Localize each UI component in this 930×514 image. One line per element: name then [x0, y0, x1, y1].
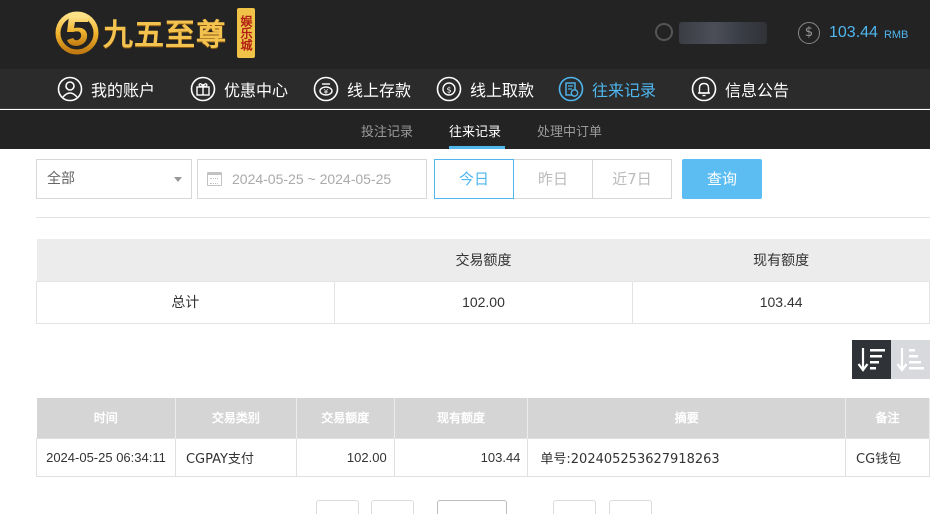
nav-deposit-label: 线上存款 — [347, 81, 412, 100]
chevron-down-icon — [174, 177, 182, 182]
sub-nav: 投注记录 往来记录 处理中订单 — [0, 110, 930, 149]
range-today-button[interactable]: 今日 — [434, 159, 514, 199]
sort-desc-icon — [857, 348, 885, 372]
brand-logo[interactable]: 九五至尊 娱乐城 — [55, 6, 255, 58]
subnav-active-indicator — [449, 146, 505, 149]
table-row[interactable]: 2024-05-25 06:34:11 CGPAY支付 102.00 103.4… — [36, 437, 930, 477]
summary-total-amount: 102.00 — [333, 280, 634, 324]
cell-type: CGPAY支付 — [174, 437, 297, 477]
col-header-time[interactable]: 时间 — [36, 398, 176, 438]
nav-my-account[interactable]: 我的账户 — [57, 74, 155, 104]
dollar-icon: $ — [798, 22, 820, 44]
balance-amount: 103.44 — [829, 24, 878, 41]
summary-table: 交易额度 现有额度 总计 102.00 103.44 — [36, 239, 930, 324]
summary-header-amount: 交易额度 — [334, 239, 634, 281]
redacted-username — [679, 22, 767, 44]
svg-text:¥: ¥ — [324, 88, 329, 96]
page-next-button[interactable] — [553, 500, 596, 514]
transaction-type-select[interactable]: 全部 — [36, 159, 192, 199]
nav-withdraw[interactable]: $ 线上取款 — [436, 74, 534, 104]
nav-withdraw-label: 线上取款 — [470, 81, 535, 100]
filter-divider — [36, 217, 930, 218]
page-last-button[interactable] — [609, 500, 652, 514]
summary-total-row: 总计 102.00 103.44 — [36, 280, 930, 324]
nav-my-account-label: 我的账户 — [91, 81, 156, 100]
sort-asc-button[interactable] — [891, 340, 930, 379]
records-header-row: 时间 交易类别 交易额度 现有额度 摘要 备注 — [36, 398, 930, 438]
cell-balance: 103.44 — [393, 437, 529, 477]
query-button[interactable]: 查询 — [682, 159, 762, 199]
page-first-button[interactable] — [316, 500, 359, 514]
cell-note: CG钱包 — [845, 437, 930, 477]
logo-emblem-icon — [55, 11, 99, 55]
col-header-type[interactable]: 交易类别 — [175, 398, 297, 438]
svg-text:$: $ — [446, 86, 451, 95]
col-header-summary[interactable]: 摘要 — [527, 398, 847, 438]
top-header: 九五至尊 娱乐城 $ 103.44 RMB — [0, 0, 930, 69]
nav-transaction-records[interactable]: 往来记录 — [558, 74, 656, 104]
balance-display: $ 103.44 RMB — [798, 21, 908, 45]
withdraw-icon: $ — [436, 76, 462, 102]
summary-header-balance: 现有额度 — [632, 239, 930, 281]
date-range-value: 2024-05-25 ~ 2024-05-25 — [232, 171, 392, 187]
summary-current-balance: 103.44 — [632, 280, 930, 324]
summary-header-row: 交易额度 现有额度 — [36, 239, 930, 281]
col-header-balance[interactable]: 现有额度 — [394, 398, 529, 438]
calendar-icon — [207, 172, 222, 186]
nav-transaction-records-label: 往来记录 — [592, 81, 657, 100]
bell-icon — [691, 76, 717, 102]
user-account-redacted[interactable] — [655, 20, 767, 46]
subnav-transaction-records[interactable]: 往来记录 — [449, 121, 501, 140]
sort-desc-button[interactable] — [852, 340, 891, 379]
deposit-icon: ¥ — [313, 76, 339, 102]
col-header-amount[interactable]: 交易额度 — [296, 398, 395, 438]
page-number-input[interactable] — [437, 500, 507, 514]
summary-header-blank — [36, 239, 335, 281]
user-avatar-icon — [655, 23, 673, 41]
gift-icon — [190, 76, 216, 102]
subnav-bet-records[interactable]: 投注记录 — [361, 121, 413, 140]
summary-total-label: 总计 — [36, 280, 335, 324]
range-7days-button[interactable]: 近7日 — [592, 159, 672, 199]
col-header-note[interactable]: 备注 — [845, 398, 930, 438]
balance-unit: RMB — [883, 28, 909, 41]
cell-amount: 102.00 — [295, 437, 395, 477]
nav-deposit[interactable]: ¥ 线上存款 — [313, 74, 411, 104]
nav-announcements-label: 信息公告 — [725, 81, 790, 100]
records-table: 时间 交易类别 交易额度 现有额度 摘要 备注 2024-05-25 06:34… — [36, 398, 930, 477]
transaction-type-value: 全部 — [47, 171, 75, 187]
date-range-picker[interactable]: 2024-05-25 ~ 2024-05-25 — [197, 159, 427, 199]
nav-promotions[interactable]: 优惠中心 — [190, 74, 288, 104]
brand-name: 九五至尊 — [103, 18, 227, 53]
records-icon — [558, 76, 584, 102]
cell-time: 2024-05-25 06:34:11 — [36, 437, 176, 477]
sort-asc-icon — [896, 348, 924, 372]
cell-summary: 单号:202405253627918263 — [527, 437, 847, 477]
main-nav: 我的账户 优惠中心 ¥ 线上存款 $ 线上取款 往来记录 信息公告 — [0, 69, 930, 109]
nav-announcements[interactable]: 信息公告 — [691, 74, 789, 104]
range-yesterday-button[interactable]: 昨日 — [513, 159, 593, 199]
user-icon — [57, 76, 83, 102]
subnav-pending-orders[interactable]: 处理中订单 — [537, 121, 602, 140]
brand-badge: 娱乐城 — [237, 8, 255, 58]
nav-promotions-label: 优惠中心 — [224, 81, 289, 100]
page-prev-button[interactable] — [371, 500, 414, 514]
